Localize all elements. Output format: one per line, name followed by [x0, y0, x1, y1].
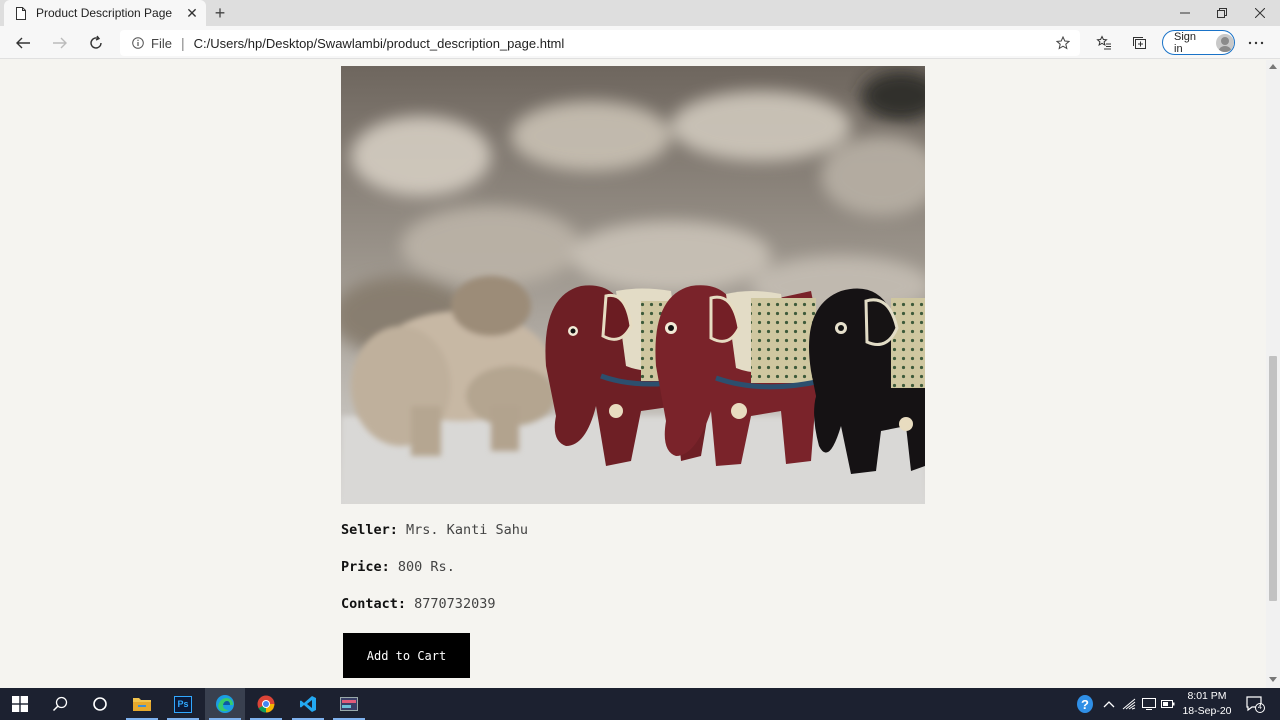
page-icon — [16, 6, 26, 20]
info-icon[interactable] — [132, 37, 144, 49]
battery-icon[interactable] — [1160, 696, 1176, 712]
elephant-figurines-picture — [341, 66, 925, 504]
close-tab-icon[interactable]: ✕ — [182, 5, 202, 22]
chevron-up-icon[interactable] — [1101, 696, 1117, 712]
page-viewport: Seller: Mrs. Kanti Sahu Price: 800 Rs. C… — [0, 60, 1266, 688]
product-image — [341, 66, 925, 504]
forward-icon[interactable] — [47, 30, 73, 56]
scroll-thumb[interactable] — [1269, 356, 1277, 601]
clock-time: 8:01 PM — [1187, 690, 1227, 702]
seller-line: Seller: Mrs. Kanti Sahu — [341, 522, 528, 538]
url-text[interactable]: C:/Users/hp/Desktop/Swawlambi/product_de… — [194, 36, 1056, 51]
clock-date: 18-Sep-20 — [1182, 705, 1232, 717]
contact-value: 8770732039 — [414, 596, 496, 612]
address-bar[interactable]: File | C:/Users/hp/Desktop/Swawlambi/pro… — [120, 30, 1080, 56]
photoshop-label: Ps — [174, 695, 192, 713]
address-scheme: File — [151, 35, 172, 51]
favorite-star-icon[interactable] — [1056, 36, 1070, 50]
sign-in-button[interactable]: Sign in — [1162, 30, 1235, 55]
add-to-cart-button[interactable]: Add to Cart — [343, 633, 470, 678]
wifi-icon[interactable] — [1121, 696, 1137, 712]
seller-label: Seller: — [341, 522, 398, 538]
tab-title: Product Description Page — [36, 6, 173, 20]
refresh-icon[interactable] — [83, 30, 109, 56]
price-value: 800 Rs. — [397, 559, 455, 575]
file-explorer-icon[interactable] — [122, 688, 162, 720]
app-icon[interactable] — [329, 688, 369, 720]
page-scrollbar[interactable] — [1266, 60, 1280, 688]
more-menu-icon[interactable] — [1243, 30, 1269, 56]
browser-toolbar: File | C:/Users/hp/Desktop/Swawlambi/pro… — [0, 26, 1280, 59]
address-separator: | — [180, 35, 185, 51]
search-icon[interactable] — [40, 688, 80, 720]
windows-taskbar: Ps ? 8:01 PM 18-Sep-20 4 — [0, 688, 1280, 720]
system-clock[interactable]: 8:01 PM 18-Sep-20 — [1178, 689, 1236, 719]
display-icon[interactable] — [1141, 696, 1157, 712]
restore-icon[interactable] — [1203, 0, 1241, 26]
cortana-icon[interactable] — [80, 688, 120, 720]
notification-count: 4 — [1255, 703, 1265, 713]
contact-line: Contact: 8770732039 — [341, 596, 495, 612]
tab-strip: Product Description Page ✕ + — [0, 0, 1280, 26]
contact-label: Contact: — [341, 596, 407, 612]
vscode-icon[interactable] — [288, 688, 328, 720]
sign-in-label: Sign in — [1174, 30, 1197, 55]
favorites-icon[interactable] — [1091, 30, 1117, 56]
notification-icon[interactable]: 4 — [1245, 696, 1265, 713]
scroll-up-icon[interactable] — [1269, 64, 1277, 69]
price-line: Price: 800 Rs. — [341, 559, 455, 575]
close-window-icon[interactable] — [1241, 0, 1279, 26]
edge-icon[interactable] — [205, 688, 245, 720]
price-label: Price: — [341, 559, 390, 575]
browser-tab[interactable]: Product Description Page ✕ — [4, 0, 206, 26]
help-icon[interactable]: ? — [1077, 695, 1093, 713]
windows-start-icon[interactable] — [0, 688, 40, 720]
collections-icon[interactable] — [1127, 30, 1153, 56]
scroll-down-icon[interactable] — [1269, 677, 1277, 682]
photoshop-icon[interactable]: Ps — [163, 688, 203, 720]
new-tab-icon[interactable]: + — [209, 2, 231, 24]
back-icon[interactable] — [10, 30, 36, 56]
chrome-icon[interactable] — [246, 688, 286, 720]
minimize-icon[interactable] — [1166, 0, 1204, 26]
seller-value: Mrs. Kanti Sahu — [406, 522, 528, 538]
profile-avatar-icon — [1216, 33, 1234, 52]
